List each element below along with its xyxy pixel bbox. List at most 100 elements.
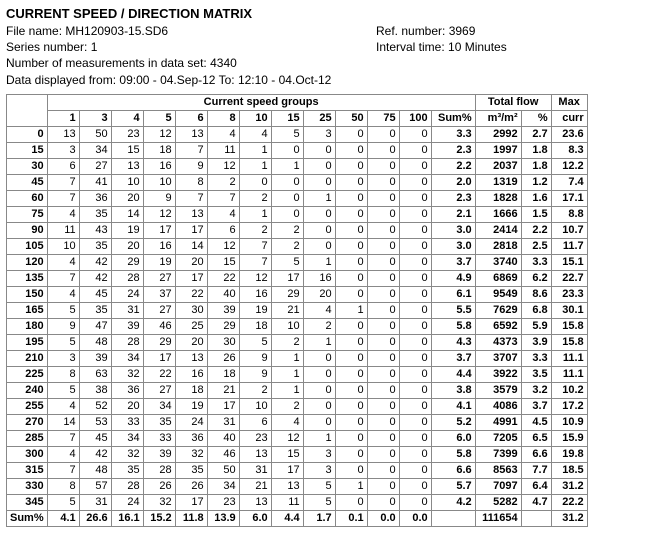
value-cell: 28 xyxy=(111,270,143,286)
pct-cell: 4.7 xyxy=(521,494,551,510)
value-cell: 29 xyxy=(111,254,143,270)
sum-cell: 6.6 xyxy=(431,462,475,478)
value-cell: 33 xyxy=(111,414,143,430)
value-cell: 15 xyxy=(207,254,239,270)
value-cell: 3 xyxy=(303,462,335,478)
value-cell: 31 xyxy=(207,414,239,430)
footer-value-cell: 0.0 xyxy=(399,510,431,526)
value-cell: 0 xyxy=(335,462,367,478)
value-cell: 0 xyxy=(367,366,399,382)
value-cell: 3 xyxy=(303,126,335,142)
value-cell: 23 xyxy=(111,126,143,142)
ref-line: Ref. number: 3969 xyxy=(376,23,475,39)
value-cell: 6 xyxy=(239,414,271,430)
pct-cell: 1.2 xyxy=(521,174,551,190)
value-cell: 0 xyxy=(335,254,367,270)
value-cell: 31 xyxy=(79,494,111,510)
value-cell: 13 xyxy=(175,126,207,142)
value-cell: 32 xyxy=(111,366,143,382)
value-cell: 7 xyxy=(47,190,79,206)
value-cell: 0 xyxy=(367,254,399,270)
value-cell: 1 xyxy=(271,350,303,366)
footer-value-cell: 11.8 xyxy=(175,510,207,526)
footer-curr: 31.2 xyxy=(551,510,587,526)
pct-cell: 4.5 xyxy=(521,414,551,430)
value-cell: 27 xyxy=(143,270,175,286)
curr-cell: 17.2 xyxy=(551,398,587,414)
value-cell: 45 xyxy=(79,430,111,446)
value-cell: 26 xyxy=(207,350,239,366)
value-cell: 5 xyxy=(303,494,335,510)
value-cell: 50 xyxy=(207,462,239,478)
value-cell: 1 xyxy=(271,158,303,174)
value-cell: 6 xyxy=(207,222,239,238)
value-cell: 0 xyxy=(303,366,335,382)
table-row: 60736209772010002.318281.617.1 xyxy=(7,190,588,206)
value-cell: 41 xyxy=(79,174,111,190)
value-cell: 0 xyxy=(335,142,367,158)
range-to-label: To: xyxy=(215,73,237,87)
footer-value-cell: 26.6 xyxy=(79,510,111,526)
flow-unit-header: m³/m² xyxy=(475,110,521,126)
pct-cell: 6.8 xyxy=(521,302,551,318)
page-title: CURRENT SPEED / DIRECTION MATRIX xyxy=(6,6,655,21)
value-cell: 0 xyxy=(399,398,431,414)
value-cell: 13 xyxy=(271,478,303,494)
file-value: MH120903-15.SD6 xyxy=(65,24,168,38)
value-cell: 8 xyxy=(47,366,79,382)
value-cell: 0 xyxy=(335,318,367,334)
value-cell: 4 xyxy=(47,446,79,462)
direction-cell: 0 xyxy=(7,126,48,142)
value-cell: 0 xyxy=(335,222,367,238)
value-cell: 0 xyxy=(303,382,335,398)
pct-cell: 7.7 xyxy=(521,462,551,478)
value-cell: 0 xyxy=(335,446,367,462)
value-cell: 17 xyxy=(175,494,207,510)
value-cell: 29 xyxy=(207,318,239,334)
direction-cell: 240 xyxy=(7,382,48,398)
value-cell: 9 xyxy=(239,366,271,382)
value-cell: 0 xyxy=(303,158,335,174)
speed-col-header: 3 xyxy=(79,110,111,126)
value-cell: 34 xyxy=(111,430,143,446)
value-cell: 0 xyxy=(335,270,367,286)
sum-cell: 4.4 xyxy=(431,366,475,382)
value-cell: 5 xyxy=(47,334,79,350)
value-cell: 1 xyxy=(303,334,335,350)
footer-row: Sum%4.126.616.115.211.813.96.04.41.70.10… xyxy=(7,510,588,526)
value-cell: 0 xyxy=(367,398,399,414)
curr-cell: 23.3 xyxy=(551,286,587,302)
direction-cell: 165 xyxy=(7,302,48,318)
value-cell: 0 xyxy=(367,494,399,510)
sum-pct-header: Sum% xyxy=(431,110,475,126)
value-cell: 37 xyxy=(143,286,175,302)
value-cell: 42 xyxy=(79,254,111,270)
table-row: 120442291920157510003.737403.315.1 xyxy=(7,254,588,270)
value-cell: 20 xyxy=(175,254,207,270)
flow-cell: 4373 xyxy=(475,334,521,350)
value-cell: 17 xyxy=(207,398,239,414)
value-cell: 22 xyxy=(207,270,239,286)
interval-label: Interval time: xyxy=(376,40,448,54)
sum-cell: 3.0 xyxy=(431,238,475,254)
value-cell: 29 xyxy=(143,334,175,350)
value-cell: 13 xyxy=(175,206,207,222)
value-cell: 0 xyxy=(399,222,431,238)
value-cell: 3 xyxy=(303,446,335,462)
table-row: 150445243722401629200006.195498.623.3 xyxy=(7,286,588,302)
value-cell: 42 xyxy=(79,446,111,462)
value-cell: 26 xyxy=(143,478,175,494)
flow-cell: 6592 xyxy=(475,318,521,334)
flow-cell: 7205 xyxy=(475,430,521,446)
sum-cell: 4.9 xyxy=(431,270,475,286)
table-row: 30044232393246131530005.873996.619.8 xyxy=(7,446,588,462)
value-cell: 52 xyxy=(79,398,111,414)
value-cell: 0 xyxy=(367,190,399,206)
value-cell: 13 xyxy=(239,494,271,510)
value-cell: 9 xyxy=(239,350,271,366)
sum-cell: 3.7 xyxy=(431,254,475,270)
value-cell: 0 xyxy=(335,334,367,350)
direction-cell: 330 xyxy=(7,478,48,494)
direction-cell: 15 xyxy=(7,142,48,158)
direction-cell: 105 xyxy=(7,238,48,254)
